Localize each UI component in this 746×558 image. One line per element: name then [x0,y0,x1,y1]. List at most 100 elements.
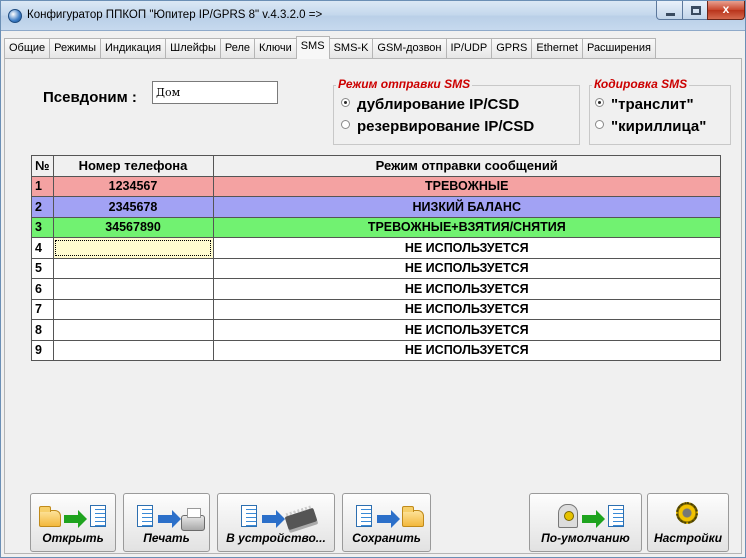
table-row: 1 1234567 ТРЕВОЖНЫЕ [31,175,721,197]
alias-input[interactable]: Дом [152,81,278,104]
phone-cell[interactable]: 1234567 [52,175,214,197]
alias-label: Псевдоним : [43,89,137,106]
table-row: 3 34567890 ТРЕВОЖНЫЕ+ВЗЯТИЯ/СНЯТИЯ [31,216,721,238]
tab-ethernet[interactable]: Ethernet [531,38,583,58]
radio-unchecked-icon [341,120,350,129]
write-to-device-button[interactable]: В устройство... [217,493,335,552]
table-row: 8 НЕ ИСПОЛЬЗУЕТСЯ [31,319,721,341]
radio-reserve[interactable]: резервирование IP/CSD [341,118,534,135]
table-row: 9 НЕ ИСПОЛЬЗУЕТСЯ [31,339,721,361]
document-icon [241,505,257,527]
window-title: Конфигуратор ППКОП "Юпитер IP/GPRS 8" v.… [27,9,323,21]
sms-encoding-title: Кодировка SMS [592,77,690,91]
device-icon [558,504,578,528]
arrow-right-icon [64,510,87,528]
minimize-button[interactable] [656,1,683,20]
tab-strip: Общие Режимы Индикация Шлейфы Реле Ключи… [4,36,656,59]
arrow-right-icon [158,510,181,528]
radio-unchecked-icon [595,120,604,129]
open-button[interactable]: Открыть [30,493,116,552]
table-row: 7 НЕ ИСПОЛЬЗУЕТСЯ [31,298,721,320]
phone-cell-selected[interactable] [52,237,214,259]
mode-cell[interactable]: НЕ ИСПОЛЬЗУЕТСЯ [212,278,721,300]
table-row: 6 НЕ ИСПОЛЬЗУЕТСЯ [31,278,721,300]
radio-cyrillic[interactable]: "кириллица" [595,118,706,135]
close-button[interactable]: x [707,1,745,20]
tab-gsm-dial[interactable]: GSM-дозвон [372,38,447,58]
mode-cell[interactable]: НЕ ИСПОЛЬЗУЕТСЯ [212,257,721,279]
tab-keys[interactable]: Ключи [254,38,297,58]
row-number: 5 [31,257,54,279]
table-header-row: № Номер телефона Режим отправки сообщени… [31,155,721,177]
radio-duplicate-label: дублирование IP/CSD [357,96,520,113]
sms-mode-title: Режим отправки SMS [336,77,473,91]
arrow-right-icon [582,510,605,528]
row-number: 6 [31,278,54,300]
mode-cell[interactable]: ТРЕВОЖНЫЕ+ВЗЯТИЯ/СНЯТИЯ [212,216,721,238]
sms-mode-group: Режим отправки SMS дублирование IP/CSD р… [333,77,580,145]
write-to-device-label: В устройство... [226,531,326,545]
row-number: 7 [31,298,54,320]
mode-cell[interactable]: НЕ ИСПОЛЬЗУЕТСЯ [212,319,721,341]
phone-cell[interactable]: 34567890 [52,216,214,238]
title-bar[interactable]: Конфигуратор ППКОП "Юпитер IP/GPRS 8" v.… [1,1,745,31]
defaults-button-label: По-умолчанию [541,531,630,545]
tab-extensions[interactable]: Расширения [581,38,656,58]
radio-translit-label: "транслит" [611,96,694,113]
phone-cell[interactable] [52,278,214,300]
table-row: 4 НЕ ИСПОЛЬЗУЕТСЯ [31,237,721,259]
tab-sms[interactable]: SMS [295,36,330,59]
print-button-label: Печать [143,531,190,545]
document-icon [356,505,372,527]
settings-button[interactable]: Настройки [647,493,729,552]
radio-checked-icon [595,98,604,107]
radio-translit[interactable]: "транслит" [595,96,694,113]
maximize-button[interactable] [682,1,708,20]
row-number: 4 [31,237,54,259]
defaults-button[interactable]: По-умолчанию [529,493,642,552]
tab-indication[interactable]: Индикация [100,38,167,58]
document-icon [90,505,106,527]
document-icon [137,505,153,527]
app-window: Конфигуратор ППКОП "Юпитер IP/GPRS 8" v.… [0,0,746,558]
column-header-mode: Режим отправки сообщений [212,155,721,177]
tab-gprs[interactable]: GPRS [491,38,533,58]
phone-cell[interactable] [52,298,214,320]
phone-cell[interactable]: 2345678 [52,196,214,218]
tab-general[interactable]: Общие [4,38,51,58]
radio-checked-icon [341,98,350,107]
maximize-icon [691,6,701,15]
print-button[interactable]: Печать [123,493,210,552]
tab-relay[interactable]: Реле [219,38,255,58]
document-icon [608,505,624,527]
radio-reserve-label: резервирование IP/CSD [357,118,535,135]
folder-icon [39,506,61,527]
column-header-phone: Номер телефона [52,155,214,177]
tab-loops[interactable]: Шлейфы [165,38,221,58]
table-row: 2 2345678 НИЗКИЙ БАЛАНС [31,196,721,218]
tab-modes[interactable]: Режимы [49,38,101,58]
row-number: 1 [31,175,54,197]
mode-cell[interactable]: ТРЕВОЖНЫЕ [212,175,721,197]
arrow-right-icon [262,510,285,528]
mode-cell[interactable]: НЕ ИСПОЛЬЗУЕТСЯ [212,298,721,320]
mode-cell[interactable]: НЕ ИСПОЛЬЗУЕТСЯ [212,339,721,361]
sms-encoding-group: Кодировка SMS "транслит" "кириллица" [589,77,731,145]
settings-button-label: Настройки [653,531,723,545]
phone-cell[interactable] [52,339,214,361]
tab-ip-udp[interactable]: IP/UDP [445,38,493,58]
mode-cell[interactable]: НИЗКИЙ БАЛАНС [212,196,721,218]
radio-cyrillic-label: "кириллица" [611,118,707,135]
row-number: 9 [31,339,54,361]
printer-icon [181,508,205,531]
table-row: 5 НЕ ИСПОЛЬЗУЕТСЯ [31,257,721,279]
phone-cell[interactable] [52,319,214,341]
close-icon: x [722,2,730,16]
tab-sms-k[interactable]: SMS-K [328,38,374,58]
arrow-right-icon [377,510,400,528]
sms-recipients-table: № Номер телефона Режим отправки сообщени… [31,155,721,361]
radio-duplicate[interactable]: дублирование IP/CSD [341,96,519,113]
mode-cell[interactable]: НЕ ИСПОЛЬЗУЕТСЯ [212,237,721,259]
phone-cell[interactable] [52,257,214,279]
save-button[interactable]: Сохранить [342,493,431,552]
